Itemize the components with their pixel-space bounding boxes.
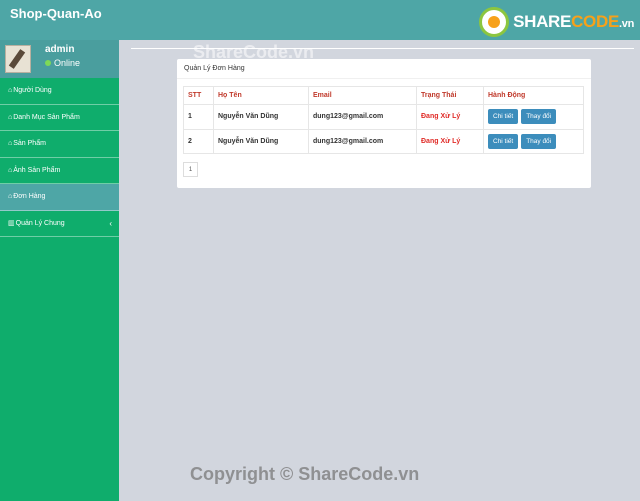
user-status: Online [45,58,80,68]
dashboard-icon: ⌂ [8,166,13,174]
sidebar-item-label: Đơn Hàng [13,193,46,201]
change-button[interactable]: Thay đổi [521,109,557,125]
table-row: 1 Nguyễn Văn Dũng dung123@gmail.com Đang… [183,104,584,130]
user-panel: admin Online [0,40,119,78]
sidebar-item-categories[interactable]: ⌂ Danh Mục Sản Phẩm [0,105,119,131]
chevron-left-icon[interactable]: ‹ [109,219,112,228]
avatar [5,45,31,73]
sidebar-item-label: Sản Phẩm [13,140,46,148]
bar-chart-icon: ▥ [8,220,15,228]
sidebar-item-products[interactable]: ⌂ Sản Phẩm [0,131,119,158]
column-header: Hành Động [483,86,584,105]
detail-button[interactable]: Chi tiết [488,109,519,125]
cell-status: Đang Xử Lý [416,104,484,130]
column-header: STT [183,86,214,105]
sidebar-item-label: Quản Lý Chung [15,219,65,227]
sidebar-item-general-management[interactable]: ▥ Quản Lý Chung ‹ [0,211,119,237]
sharecode-logo: SHARECODE.vn [479,7,634,37]
sidebar-item-users[interactable]: ⌂ Người Dùng [0,78,119,105]
cell-actions: Chi tiết Thay đổi [483,128,584,154]
dashboard-icon: ⌂ [8,113,13,121]
sidebar-item-product-images[interactable]: ⌂ Ảnh Sản Phẩm [0,158,119,184]
cell-name: Nguyễn Văn Dũng [213,104,309,130]
watermark-bottom: Copyright © ShareCode.vn [190,464,420,484]
sharecode-logo-icon [479,7,510,37]
column-header: Trạng Thái [416,86,484,105]
cell-stt: 1 [183,104,214,130]
sidebar-item-orders[interactable]: ⌂ Đơn Hàng [0,184,119,211]
sidebar-item-label: Ảnh Sản Phẩm [13,166,61,174]
online-dot-icon [45,60,51,66]
cell-email: dung123@gmail.com [308,128,417,154]
dashboard-icon: ⌂ [8,87,13,95]
dashboard-icon: ⌂ [8,140,13,148]
cell-name: Nguyễn Văn Dũng [213,128,309,154]
cell-email: dung123@gmail.com [308,104,417,130]
sidebar-item-label: Người Dùng [13,87,52,95]
brand-title[interactable]: Shop-Quan-Ao [10,6,102,21]
pagination-page-1[interactable]: 1 [183,162,198,177]
sidebar-item-label: Danh Mục Sản Phẩm [13,113,80,121]
dashboard-icon: ⌂ [8,193,13,201]
top-navbar: Shop-Quan-Ao SHARECODE.vn [0,0,640,40]
user-name: admin [45,44,75,55]
change-button[interactable]: Thay đổi [521,133,557,149]
cell-stt: 2 [183,128,214,154]
detail-button[interactable]: Chi tiết [488,133,519,149]
cell-status: Đang Xử Lý [416,128,484,154]
column-header: Email [308,86,417,105]
orders-box: Quản Lý Đơn Hàng STT Họ Tên Email Trạng … [177,59,591,188]
sharecode-logo-text: SHARECODE.vn [513,12,634,31]
table-header-row: STT Họ Tên Email Trạng Thái Hành Động [183,86,584,105]
sidebar: admin Online ⌂ Người Dùng ⌂ Danh Mục Sản… [0,40,119,501]
table-row: 2 Nguyễn Văn Dũng dung123@gmail.com Đang… [183,128,584,154]
user-status-label: Online [54,58,81,68]
cell-actions: Chi tiết Thay đổi [483,104,584,130]
column-header: Họ Tên [213,86,309,105]
box-title: Quản Lý Đơn Hàng [177,59,591,79]
orders-table: STT Họ Tên Email Trạng Thái Hành Động 1 … [183,86,584,154]
